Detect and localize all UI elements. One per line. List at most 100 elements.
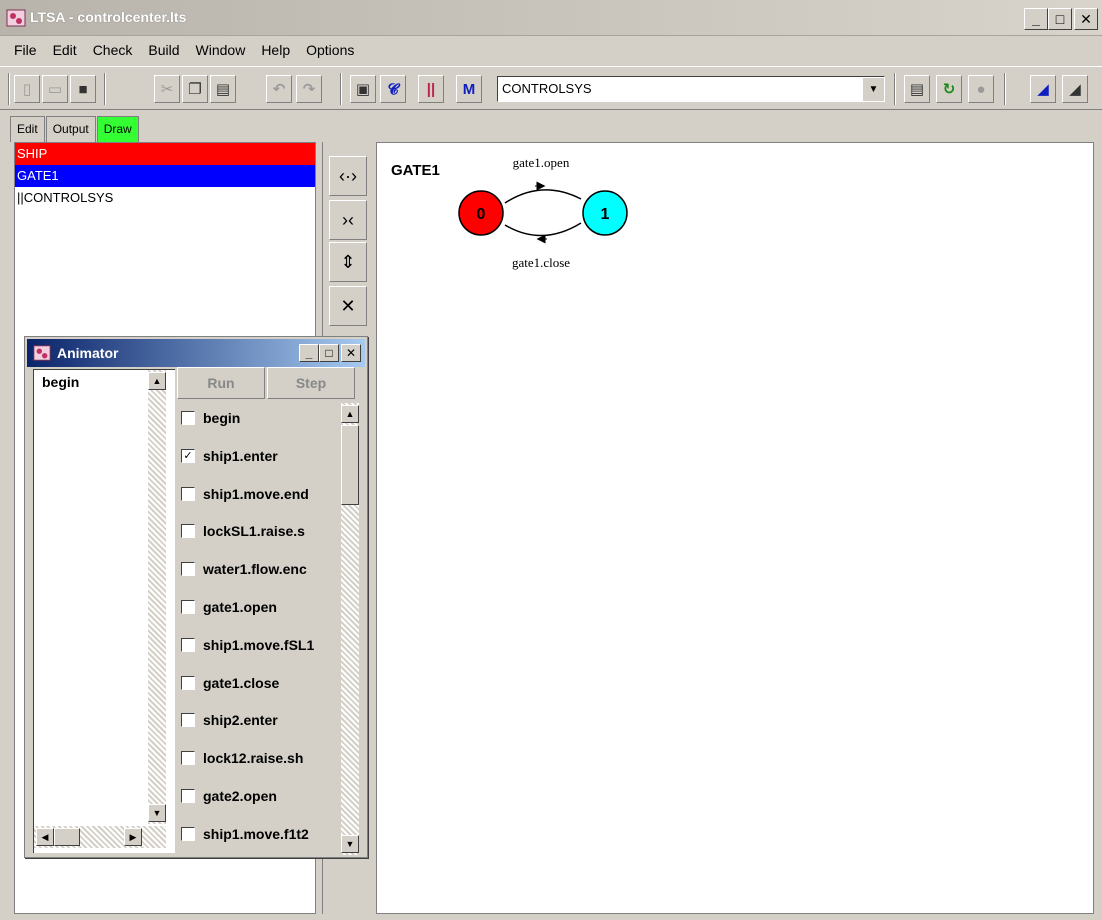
run-button[interactable]: Run [177,367,265,399]
action-item[interactable]: ship2.enter [181,705,341,735]
compile-button[interactable]: 𝓒 [380,75,406,103]
copy-button[interactable]: ❐ [182,75,208,103]
process-item-gate1[interactable]: GATE1 [15,165,315,187]
checkbox-icon[interactable] [181,486,195,501]
chevron-down-icon[interactable]: ▼ [862,77,884,101]
scroll-down-icon[interactable]: ▼ [341,835,359,853]
checkbox-icon[interactable] [181,600,195,614]
animator-close-button[interactable]: ✕ [341,344,361,362]
action-label: begin [203,410,241,426]
action-item[interactable]: ship1.move.fSL1 [181,630,341,660]
close-button[interactable]: ✕ [1074,8,1098,30]
process-item-controlsys[interactable]: ||CONTROLSYS [15,187,315,209]
trace-list: begin ▲ ▼ ◀ ▶ [33,369,175,853]
animator-maximize-button[interactable]: □ [319,344,339,362]
toolbar-separator [894,73,896,105]
menu-check[interactable]: Check [85,42,141,58]
compile-icon: 𝓒 [387,80,399,98]
open-file-button[interactable]: ▭ [42,75,68,103]
shrink-horizontal-button[interactable]: ›‹ [329,200,367,240]
checkbox-icon[interactable] [181,562,195,577]
menu-file[interactable]: File [6,42,45,58]
action-item[interactable]: gate2.open [181,781,341,811]
scroll-thumb[interactable] [341,425,359,505]
state-node-1[interactable]: 1 [582,190,628,236]
action-item[interactable]: ✓ ship1.enter [181,441,341,471]
checkbox-checked-icon[interactable]: ✓ [181,448,195,463]
new-file-icon: ▯ [22,81,32,98]
stretch-vertical-button[interactable]: ⇕ [329,242,367,282]
process-item-ship[interactable]: SHIP [15,143,315,165]
animator-app-icon [33,345,51,361]
scroll-thumb[interactable] [54,828,80,846]
checkbox-icon[interactable] [181,789,195,803]
action-item[interactable]: lockSL1.raise.s [181,516,341,546]
save-button[interactable]: ■ [70,75,96,103]
compose-icon: || [426,80,436,98]
safety-check-icon: ▤ [909,81,925,98]
step-button[interactable]: Step [267,367,355,399]
action-scrollbar[interactable]: ▲ ▼ [341,403,359,855]
checkbox-icon[interactable] [181,826,195,841]
maximize-icon: □ [325,346,333,360]
minimise-button[interactable]: M [456,75,482,103]
undo-button[interactable]: ↶ [266,75,292,103]
action-item[interactable]: gate1.open [181,592,341,622]
transition-label-open: gate1.open [513,155,570,170]
action-label: water1.flow.enc [203,561,307,578]
redo-button[interactable]: ↷ [296,75,322,103]
compose-button[interactable]: || [418,75,444,103]
stretch-horizontal-button[interactable]: ‹·› [329,156,367,196]
action-item[interactable]: ship1.move.end [181,479,341,509]
action-item[interactable]: ship1.move.f1t2 [181,819,341,849]
tab-draw[interactable]: Draw [96,116,139,142]
progress-check-icon: ↻ [942,81,956,98]
action-item[interactable]: water1.flow.enc [181,554,341,584]
new-file-button[interactable]: ▯ [14,75,40,103]
scroll-up-icon[interactable]: ▲ [341,405,359,423]
target-select[interactable]: CONTROLSYS ▼ [497,76,885,102]
cut-button[interactable]: ✂ [154,75,180,103]
animator-title-bar[interactable]: Animator _ □ ✕ [27,339,365,367]
checkbox-icon[interactable] [181,637,195,652]
action-item[interactable]: lock12.raise.sh [181,743,341,773]
scroll-down-icon[interactable]: ▼ [148,804,166,822]
toolbar-separator [104,73,106,105]
animate-button[interactable]: ◢ [1030,75,1056,103]
action-item[interactable]: gate1.close [181,668,341,698]
trace-scrollbar[interactable]: ▲ ▼ [148,370,166,824]
maximize-button[interactable]: □ [1048,8,1072,30]
progress-check-button[interactable]: ↻ [936,75,962,103]
transition-label-close: gate1.close [512,255,570,270]
action-item[interactable]: begin [181,403,341,433]
checkbox-icon[interactable] [181,713,195,728]
checkbox-icon[interactable] [181,675,195,690]
shrink-vertical-button[interactable]: ✕ [329,286,367,326]
tab-output[interactable]: Output [45,116,96,142]
title-bar: LTSA - controlcenter.lts _ □ ✕ [0,0,1102,36]
tab-edit[interactable]: Edit [10,116,45,142]
checkbox-icon[interactable] [181,524,195,539]
minimize-icon: _ [1032,11,1040,27]
run-animate-button[interactable]: ◢ [1062,75,1088,103]
checkbox-icon[interactable] [181,411,195,425]
paste-button[interactable]: ▤ [210,75,236,103]
menu-build[interactable]: Build [140,42,187,58]
minimize-button[interactable]: _ [1024,8,1048,30]
stop-button[interactable]: ● [968,75,994,103]
menu-help[interactable]: Help [253,42,298,58]
checkbox-icon[interactable] [181,751,195,766]
scroll-left-icon[interactable]: ◀ [36,828,54,846]
scroll-up-icon[interactable]: ▲ [148,372,166,390]
window-button[interactable]: ▣ [350,75,376,103]
menu-options[interactable]: Options [298,42,362,58]
animate-icon: ◢ [1037,81,1049,98]
scroll-right-icon[interactable]: ▶ [124,828,142,846]
safety-check-button[interactable]: ▤ [904,75,930,103]
state-node-0[interactable]: 0 [458,190,504,236]
menu-window[interactable]: Window [188,42,254,58]
animator-minimize-button[interactable]: _ [299,344,319,362]
trace-hscrollbar[interactable]: ◀ ▶ [34,826,166,848]
menu-edit[interactable]: Edit [45,42,85,58]
state-label-1: 1 [601,206,610,223]
